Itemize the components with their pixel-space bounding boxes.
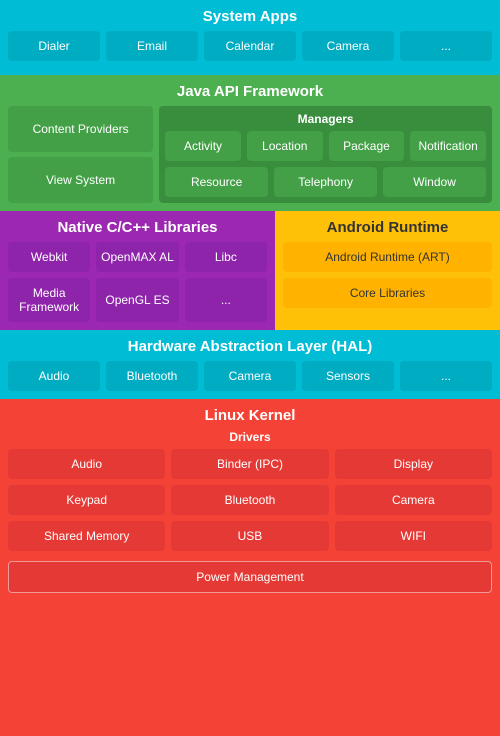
content-providers-cell: Content Providers <box>8 106 153 152</box>
managers-title: Managers <box>165 112 486 126</box>
list-item: Bluetooth <box>106 361 198 391</box>
managers-row-1: Activity Location Package Notification <box>165 131 486 161</box>
list-item: Binder (IPC) <box>171 449 328 479</box>
android-runtime-title: Android Runtime <box>283 219 492 236</box>
list-item: Notification <box>410 131 486 161</box>
view-system-cell: View System <box>8 157 153 203</box>
kernel-title: Linux Kernel <box>8 407 492 424</box>
list-item: Camera <box>204 361 296 391</box>
list-item: WIFI <box>335 521 492 551</box>
hal-row: Audio Bluetooth Camera Sensors ... <box>8 361 492 391</box>
native-libs-layer: Native C/C++ Libraries Webkit OpenMAX AL… <box>0 211 275 330</box>
native-row-2: Media Framework OpenGL ES ... <box>8 278 267 322</box>
content-view-col: Content Providers View System <box>8 106 153 203</box>
system-apps-row: Dialer Email Calendar Camera ... <box>8 31 492 61</box>
list-item: Sensors <box>302 361 394 391</box>
drivers-row-2: Keypad Bluetooth Camera <box>8 485 492 515</box>
list-item: Camera <box>335 485 492 515</box>
list-item: Audio <box>8 361 100 391</box>
art-row-2: Core Libraries <box>283 278 492 308</box>
power-management-cell: Power Management <box>8 561 492 593</box>
drivers-title: Drivers <box>229 430 270 444</box>
native-runtime-row: Native C/C++ Libraries Webkit OpenMAX AL… <box>0 211 500 330</box>
managers-row-2: Resource Telephony Window <box>165 167 486 197</box>
list-item: Keypad <box>8 485 165 515</box>
list-item: ... <box>185 278 267 322</box>
list-item: Dialer <box>8 31 100 61</box>
list-item: ... <box>400 361 492 391</box>
list-item: Audio <box>8 449 165 479</box>
list-item: USB <box>171 521 328 551</box>
list-item: Android Runtime (ART) <box>283 242 492 272</box>
power-management-row: Power Management <box>8 561 492 593</box>
list-item: Camera <box>302 31 394 61</box>
managers-col: Managers Activity Location Package Notif… <box>159 106 492 203</box>
list-item: Libc <box>185 242 267 272</box>
list-item: OpenMAX AL <box>96 242 178 272</box>
list-item: Calendar <box>204 31 296 61</box>
kernel-layer: Linux Kernel Drivers Audio Binder (IPC) … <box>0 399 500 736</box>
drivers-row-1: Audio Binder (IPC) Display <box>8 449 492 479</box>
hal-title: Hardware Abstraction Layer (HAL) <box>8 338 492 355</box>
system-apps-layer: System Apps Dialer Email Calendar Camera… <box>0 0 500 75</box>
hal-layer: Hardware Abstraction Layer (HAL) Audio B… <box>0 330 500 399</box>
list-item: Email <box>106 31 198 61</box>
list-item: Telephony <box>274 167 377 197</box>
list-item: OpenGL ES <box>96 278 178 322</box>
list-item: Display <box>335 449 492 479</box>
native-row-1: Webkit OpenMAX AL Libc <box>8 242 267 272</box>
java-api-title: Java API Framework <box>8 83 492 100</box>
java-api-inner: Content Providers View System Managers A… <box>8 106 492 203</box>
list-item: Webkit <box>8 242 90 272</box>
list-item: Location <box>247 131 323 161</box>
list-item: Resource <box>165 167 268 197</box>
java-api-layer: Java API Framework Content Providers Vie… <box>0 75 500 211</box>
list-item: Core Libraries <box>283 278 492 308</box>
list-item: Bluetooth <box>171 485 328 515</box>
drivers-row-3: Shared Memory USB WIFI <box>8 521 492 551</box>
managers-box: Managers Activity Location Package Notif… <box>159 106 492 203</box>
list-item: ... <box>400 31 492 61</box>
list-item: Shared Memory <box>8 521 165 551</box>
art-row-1: Android Runtime (ART) <box>283 242 492 272</box>
list-item: Window <box>383 167 486 197</box>
list-item: Package <box>329 131 405 161</box>
list-item: Media Framework <box>8 278 90 322</box>
native-libs-title: Native C/C++ Libraries <box>8 219 267 236</box>
system-apps-title: System Apps <box>8 8 492 25</box>
android-runtime-layer: Android Runtime Android Runtime (ART) Co… <box>275 211 500 330</box>
list-item: Activity <box>165 131 241 161</box>
